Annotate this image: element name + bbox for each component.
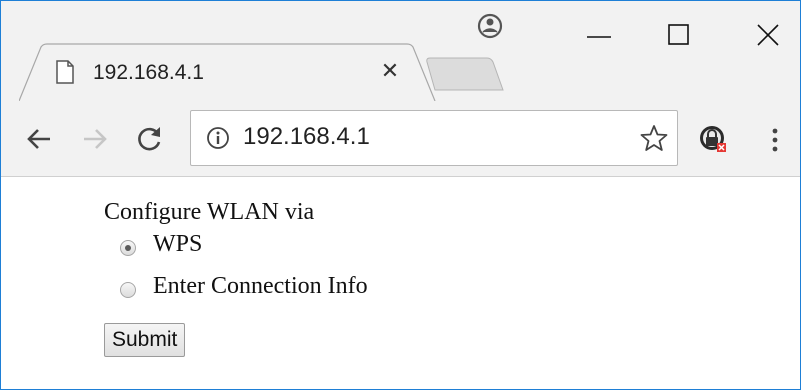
profile-icon[interactable] xyxy=(475,11,505,41)
bookmark-star-icon[interactable] xyxy=(639,123,669,153)
radio-connection-info[interactable] xyxy=(120,282,136,298)
browser-window: 192.168.4.1 ✕ 192.168.4.1 Configure WLAN… xyxy=(0,0,801,390)
url-text[interactable]: 192.168.4.1 xyxy=(243,123,370,151)
forward-arrow-icon[interactable] xyxy=(79,123,111,155)
form-heading: Configure WLAN via xyxy=(104,199,315,225)
maximize-button[interactable] xyxy=(651,15,707,55)
info-icon[interactable] xyxy=(205,125,231,151)
extension-lock-icon[interactable] xyxy=(693,119,733,159)
option-connection-info[interactable]: Enter Connection Info xyxy=(104,270,368,312)
option-wps[interactable]: WPS xyxy=(104,228,314,270)
reload-icon[interactable] xyxy=(134,123,166,155)
title-bar: 192.168.4.1 ✕ xyxy=(1,1,800,103)
option-label-wps[interactable]: WPS xyxy=(153,231,202,258)
minimize-button[interactable] xyxy=(571,15,627,55)
wlan-config-form: Configure WLAN via WPS Enter Connection … xyxy=(104,196,368,312)
tab-active[interactable]: 192.168.4.1 ✕ xyxy=(19,43,439,103)
menu-dots-icon[interactable] xyxy=(765,125,785,155)
submit-button[interactable]: Submit xyxy=(104,323,186,357)
address-bar[interactable]: 192.168.4.1 xyxy=(190,110,678,166)
page-icon xyxy=(55,60,75,84)
tab-title: 192.168.4.1 xyxy=(93,61,204,84)
page-content: Configure WLAN via WPS Enter Connection … xyxy=(1,178,800,389)
close-window-button[interactable] xyxy=(741,15,797,55)
radio-wps[interactable] xyxy=(120,240,136,256)
back-arrow-icon[interactable] xyxy=(23,123,55,155)
new-tab-button[interactable] xyxy=(425,56,513,92)
close-tab-icon[interactable]: ✕ xyxy=(377,58,403,84)
option-label-connection-info[interactable]: Enter Connection Info xyxy=(153,273,368,300)
